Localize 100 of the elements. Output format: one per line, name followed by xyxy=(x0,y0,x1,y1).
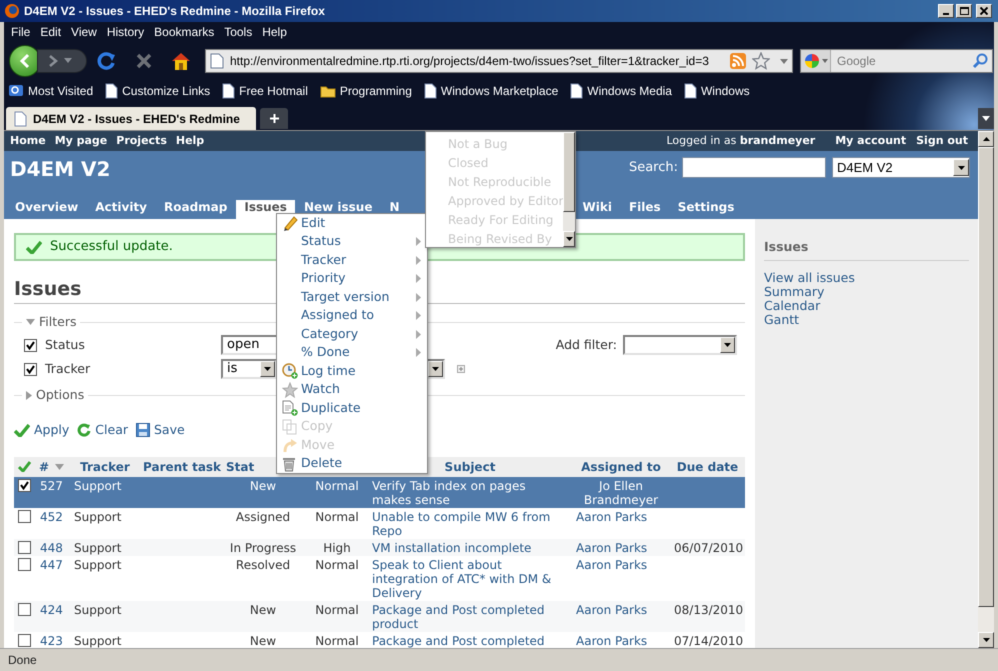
column-header[interactable]: Due date xyxy=(676,460,738,474)
section-toggle[interactable]: Filters xyxy=(22,312,80,332)
project-select[interactable]: D4EM V2 xyxy=(832,157,970,178)
search-field[interactable]: Google xyxy=(800,49,993,73)
checkbox[interactable] xyxy=(18,540,31,554)
issue-row[interactable]: 452 Support Assigned Normal Unable to compile MW 6 from Repo Aaron Parks xyxy=(14,508,745,539)
menu-item[interactable]: Tools xyxy=(219,23,258,41)
minimize-button[interactable] xyxy=(938,4,954,18)
assignee-link[interactable]: Aaron Parks xyxy=(576,602,666,617)
menu-item[interactable]: Bookmarks xyxy=(149,23,220,41)
action-link[interactable]: Apply xyxy=(14,421,70,440)
bookmark-item[interactable]: Free Hotmail xyxy=(222,82,314,100)
bookmark-item[interactable]: Windows Marketplace xyxy=(424,82,564,100)
menu-item[interactable]: Help xyxy=(257,23,292,41)
column-header[interactable]: Subject xyxy=(444,460,496,474)
search-engine-button[interactable] xyxy=(801,50,831,72)
issue-id-link[interactable]: 423 xyxy=(40,634,66,648)
subject-link[interactable]: Unable to compile MW 6 from Repo xyxy=(372,510,568,538)
subject-link[interactable]: Speak to Client about integration of ATC* with DM & Delivery xyxy=(372,558,568,600)
issue-row[interactable]: 424 Support New Normal Package and Post completed product Aaron Parks 08/13/2010 xyxy=(14,600,745,632)
scrollbar[interactable] xyxy=(563,132,575,247)
checkbox[interactable] xyxy=(24,362,37,376)
context-menu-item[interactable]: Assigned to xyxy=(277,306,427,325)
project-tab[interactable]: Activity xyxy=(87,200,155,219)
issue-id-link[interactable]: 527 xyxy=(40,478,66,493)
bookmark-item[interactable]: Customize Links xyxy=(105,82,216,100)
issue-id-link[interactable]: 447 xyxy=(40,558,66,572)
operator-select[interactable]: is xyxy=(221,359,277,379)
tab-list-button[interactable] xyxy=(978,108,994,129)
subject-link[interactable]: Package and Post completed xyxy=(372,634,568,648)
bookmark-item[interactable]: Most Visited xyxy=(8,82,100,100)
section-toggle[interactable]: Options xyxy=(22,386,88,404)
column-header[interactable]: Parent task xyxy=(143,460,222,474)
menu-item[interactable]: Edit xyxy=(35,23,66,41)
issue-id-link[interactable]: 448 xyxy=(40,540,66,555)
assignee-link[interactable]: Aaron Parks xyxy=(576,634,666,648)
subject-link[interactable]: VM installation incomplete xyxy=(372,540,568,555)
new-tab-button[interactable] xyxy=(260,108,288,129)
project-tab[interactable]: Roadmap xyxy=(156,200,236,219)
forward-button[interactable] xyxy=(37,49,87,73)
context-menu-item[interactable]: Duplicate xyxy=(277,399,427,418)
close-button[interactable] xyxy=(976,4,992,18)
top-menu-link[interactable]: Projects xyxy=(116,132,167,150)
issue-id-link[interactable]: 452 xyxy=(40,510,66,524)
bookmark-item[interactable]: Programming xyxy=(320,82,418,100)
checkbox[interactable] xyxy=(18,478,31,492)
menu-item[interactable]: History xyxy=(102,23,150,41)
subject-link[interactable]: Verify Tab index on pages makes sense xyxy=(372,478,568,507)
project-tab[interactable]: Wiki xyxy=(574,200,620,219)
issue-row[interactable]: 423 Support New Normal Package and Post completed Aaron Parks 07/14/2010 xyxy=(14,632,745,648)
browser-tab[interactable]: D4EM V2 - Issues - EHED's Redmine xyxy=(6,107,256,130)
checkbox[interactable] xyxy=(18,558,31,571)
menu-item[interactable]: View xyxy=(66,23,102,41)
bookmark-item[interactable]: Windows Media xyxy=(570,82,678,100)
checkbox[interactable] xyxy=(18,510,31,523)
search-field[interactable] xyxy=(682,157,826,178)
column-header[interactable]: Tracker xyxy=(80,460,130,474)
checkbox[interactable] xyxy=(24,338,37,352)
project-tab[interactable]: Issues xyxy=(236,200,295,219)
account-menu-link[interactable]: My account xyxy=(835,132,906,150)
context-menu-item[interactable]: Status xyxy=(277,232,427,251)
action-link[interactable]: Clear xyxy=(77,421,128,440)
issue-row[interactable]: 527 Support New Normal Verify Tab index on pages makes sense Jo Ellen Brandmeyer xyxy=(14,476,745,508)
assignee-link[interactable]: Aaron Parks xyxy=(576,540,666,555)
bookmark-item[interactable]: Windows xyxy=(684,82,756,100)
context-menu-item[interactable]: Watch xyxy=(277,380,427,399)
search-input[interactable]: Google xyxy=(831,52,972,70)
sidebar-link[interactable]: View all issues xyxy=(764,270,855,285)
sidebar-link[interactable]: Gantt xyxy=(764,312,800,327)
issue-id-link[interactable]: 424 xyxy=(40,602,66,617)
checkbox[interactable] xyxy=(18,602,31,616)
subject-link[interactable]: Package and Post completed product xyxy=(372,602,568,631)
assignee-link[interactable]: Aaron Parks xyxy=(576,558,666,572)
column-header[interactable]: # xyxy=(39,460,64,474)
column-header[interactable]: Stat xyxy=(226,460,254,474)
assignee-link[interactable]: Aaron Parks xyxy=(576,510,666,524)
add-filter-select[interactable] xyxy=(623,335,737,355)
project-tab[interactable]: Files xyxy=(620,200,669,219)
project-tab[interactable]: Settings xyxy=(670,200,742,219)
top-menu-link[interactable]: My page xyxy=(54,132,108,150)
sidebar-link[interactable]: Calendar xyxy=(764,298,820,313)
context-menu-item[interactable]: Tracker xyxy=(277,251,427,270)
column-header[interactable]: Assigned to xyxy=(581,460,661,474)
project-tab[interactable]: Overview xyxy=(7,200,86,219)
assignee-link[interactable]: Jo Ellen Brandmeyer xyxy=(576,478,666,507)
top-menu-link[interactable]: Help xyxy=(176,132,204,150)
top-menu-link[interactable]: Home xyxy=(10,132,46,150)
action-link[interactable]: Save xyxy=(136,421,185,440)
account-menu-link[interactable]: Sign out xyxy=(916,132,968,150)
issue-row[interactable]: 447 Support Resolved Normal Speak to Client about integration of ATC* with DM & Delivery Aaron Parks xyxy=(14,556,745,601)
menu-item[interactable]: File xyxy=(6,23,36,41)
scrollbar[interactable] xyxy=(978,131,994,648)
maximize-button[interactable] xyxy=(956,4,972,18)
checkbox[interactable] xyxy=(18,634,31,647)
context-menu-item[interactable]: Delete xyxy=(277,454,427,473)
issue-row[interactable]: 448 Support In Progress High VM installation incomplete Aaron Parks 06/07/2010 xyxy=(14,538,745,556)
context-menu-item[interactable]: Target version xyxy=(277,288,427,306)
address-bar[interactable]: http://environmentalredmine.rtp.rti.org/projects/d4em-two/issues?set_filter=1&tracker_id=3 xyxy=(205,49,793,73)
context-menu-item[interactable]: Log time xyxy=(277,362,427,380)
sidebar-link[interactable]: Summary xyxy=(764,284,824,299)
